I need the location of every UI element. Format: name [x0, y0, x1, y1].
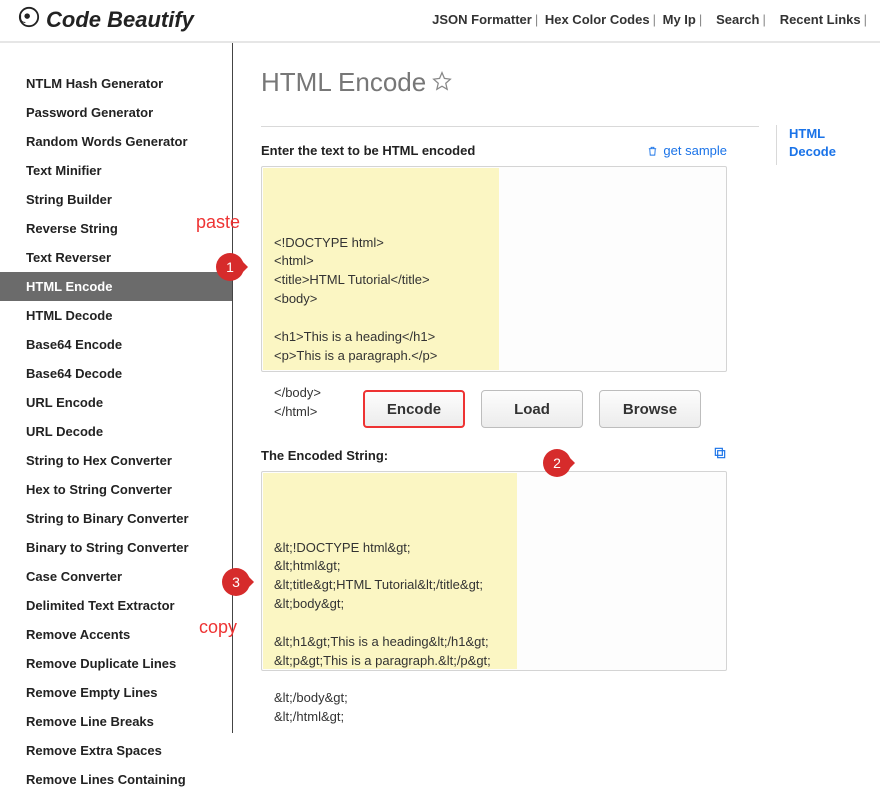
sidebar-item-text-minifier[interactable]: Text Minifier: [0, 156, 232, 185]
sidebar-item-string-to-hex-converter[interactable]: String to Hex Converter: [0, 446, 232, 475]
annotation-copy: copy: [199, 617, 237, 638]
sidebar-item-base64-decode[interactable]: Base64 Decode: [0, 359, 232, 388]
sidebar-item-text-reverser[interactable]: Text Reverser: [0, 243, 232, 272]
sidebar-item-delimited-text-extractor[interactable]: Delimited Text Extractor: [0, 591, 232, 620]
sidebar-item-random-words-generator[interactable]: Random Words Generator: [0, 127, 232, 156]
sidebar-item-remove-extra-spaces[interactable]: Remove Extra Spaces: [0, 736, 232, 765]
brand[interactable]: Code Beautify: [18, 6, 194, 33]
sidebar-item-remove-empty-lines[interactable]: Remove Empty Lines: [0, 678, 232, 707]
sidebar-item-binary-to-string-converter[interactable]: Binary to String Converter: [0, 533, 232, 562]
sidebar-item-url-encode[interactable]: URL Encode: [0, 388, 232, 417]
copy-icon[interactable]: [713, 446, 727, 465]
header-link-hex[interactable]: Hex Color Codes: [545, 12, 650, 27]
callout-2-num: 2: [543, 449, 571, 477]
callout-1-num: 1: [216, 253, 244, 281]
header-link-recent[interactable]: Recent Links: [780, 12, 861, 27]
sidebar-item-remove-lines-containing[interactable]: Remove Lines Containing: [0, 765, 232, 794]
sidebar-item-remove-line-breaks[interactable]: Remove Line Breaks: [0, 707, 232, 736]
input-text: <!DOCTYPE html> <html> <title>HTML Tutor…: [274, 234, 714, 422]
input-section-header: Enter the text to be HTML encoded get sa…: [261, 143, 727, 158]
sidebar-item-ntlm-hash-generator[interactable]: NTLM Hash Generator: [0, 69, 232, 98]
page-title: HTML Encode: [261, 67, 880, 98]
page-title-text: HTML Encode: [261, 67, 426, 98]
get-sample-link[interactable]: get sample: [647, 143, 727, 158]
sidebar-item-remove-duplicate-lines[interactable]: Remove Duplicate Lines: [0, 649, 232, 678]
callout-1: 1: [216, 253, 244, 281]
input-textarea[interactable]: <!DOCTYPE html> <html> <title>HTML Tutor…: [261, 166, 727, 372]
star-icon[interactable]: [432, 67, 452, 98]
sidebar-item-url-decode[interactable]: URL Decode: [0, 417, 232, 446]
brand-icon: [18, 6, 40, 33]
callout-3-num: 3: [222, 568, 250, 596]
right-pane: HTML Decode: [776, 125, 872, 165]
header-link-search[interactable]: Search: [716, 12, 759, 27]
output-text: &lt;!DOCTYPE html&gt; &lt;html&gt; &lt;t…: [274, 539, 714, 727]
sidebar-item-base64-encode[interactable]: Base64 Encode: [0, 330, 232, 359]
get-sample-text: get sample: [663, 143, 727, 158]
callout-3: 3: [222, 568, 250, 596]
sidebar: NTLM Hash GeneratorPassword GeneratorRan…: [0, 43, 232, 733]
header: Code Beautify JSON Formatter| Hex Color …: [0, 0, 880, 43]
sidebar-item-html-encode[interactable]: HTML Encode: [0, 272, 232, 301]
header-link-myip[interactable]: My Ip: [663, 12, 696, 27]
sidebar-item-case-converter[interactable]: Case Converter: [0, 562, 232, 591]
input-label: Enter the text to be HTML encoded: [261, 143, 475, 158]
header-links: JSON Formatter| Hex Color Codes| My Ip| …: [432, 12, 870, 27]
output-textarea[interactable]: &lt;!DOCTYPE html&gt; &lt;html&gt; &lt;t…: [261, 471, 727, 671]
sidebar-item-html-decode[interactable]: HTML Decode: [0, 301, 232, 330]
annotation-paste: paste: [196, 212, 240, 233]
brand-name: Code Beautify: [46, 7, 194, 33]
sidebar-item-string-to-binary-converter[interactable]: String to Binary Converter: [0, 504, 232, 533]
header-link-json[interactable]: JSON Formatter: [432, 12, 532, 27]
sidebar-item-remove-accents[interactable]: Remove Accents: [0, 620, 232, 649]
sidebar-item-password-generator[interactable]: Password Generator: [0, 98, 232, 127]
html-decode-link[interactable]: HTML Decode: [789, 126, 836, 159]
content: HTML Encode Enter the text to be HTML en…: [233, 43, 880, 733]
main: NTLM Hash GeneratorPassword GeneratorRan…: [0, 43, 880, 733]
hr: [261, 126, 759, 127]
trash-icon: [647, 145, 658, 157]
callout-2: 2: [543, 449, 571, 477]
sidebar-item-hex-to-string-converter[interactable]: Hex to String Converter: [0, 475, 232, 504]
sidebar-item-string-builder[interactable]: String Builder: [0, 185, 232, 214]
